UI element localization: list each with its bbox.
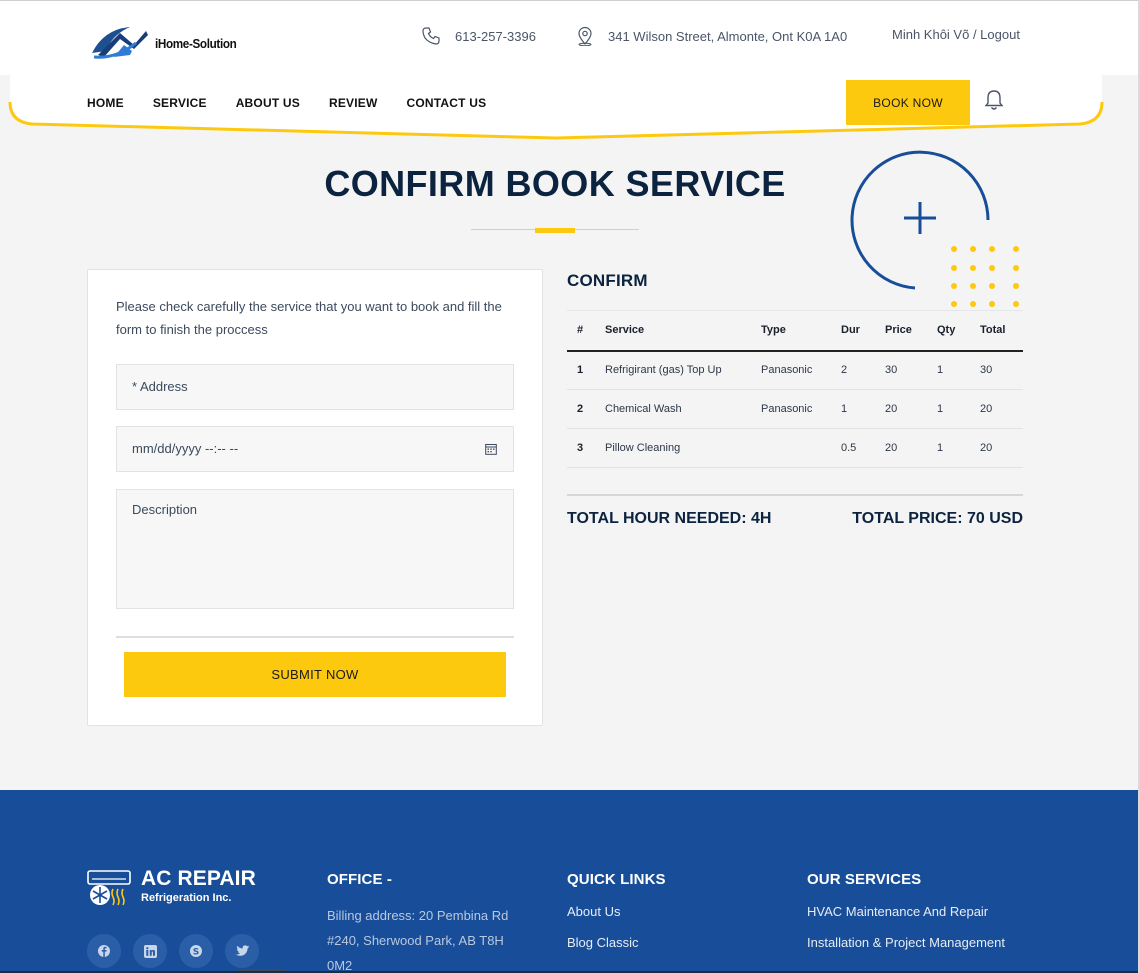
cell-number: 2 xyxy=(567,389,605,429)
datetime-input[interactable]: mm/dd/yyyy --:-- -- xyxy=(116,426,514,472)
twitter-icon[interactable] xyxy=(225,934,259,968)
location-icon xyxy=(578,26,592,46)
footer-quick-links: About Us Blog Classic xyxy=(567,900,639,962)
footer-link-about-us[interactable]: About Us xyxy=(567,900,639,931)
footer-quick-links-heading: QUICK LINKS xyxy=(567,871,666,888)
cell-price: 20 xyxy=(885,428,937,468)
col-quantity: Qty xyxy=(937,310,980,352)
bell-icon[interactable] xyxy=(984,89,1004,111)
cell-quantity: 1 xyxy=(937,389,980,429)
totals-separator xyxy=(567,494,1023,496)
col-number: # xyxy=(567,310,605,352)
logout-link[interactable]: Logout xyxy=(980,27,1020,42)
form-separator xyxy=(116,636,514,638)
logo-text[interactable]: iHome-Solution xyxy=(155,36,237,51)
table-row: 2 Chemical Wash Panasonic 1 20 1 20 xyxy=(567,389,1023,429)
total-price: TOTAL PRICE: 70 USD xyxy=(852,510,1023,527)
cell-service: Pillow Cleaning xyxy=(605,428,761,468)
col-service: Service xyxy=(605,310,761,352)
footer-office-address: Billing address: 20 Pembina Rd #240, She… xyxy=(327,908,509,973)
cell-type xyxy=(761,428,841,468)
header-top: iHome-Solution 613-257-3396 341 Wilson S… xyxy=(0,1,1140,75)
facebook-icon[interactable] xyxy=(87,934,121,968)
footer-office-heading: OFFICE - xyxy=(327,871,392,888)
decorative-plus-circle-icon xyxy=(850,150,1019,307)
total-hours: TOTAL HOUR NEEDED: 4H xyxy=(567,510,772,527)
submit-now-button[interactable]: SUBMIT NOW xyxy=(124,652,506,697)
cell-quantity: 1 xyxy=(937,350,980,390)
contact-phone[interactable]: 613-257-3396 xyxy=(421,26,536,46)
cell-duration: 0.5 xyxy=(841,428,885,468)
ac-unit-logo-icon xyxy=(87,870,131,906)
footer-services-heading: OUR SERVICES xyxy=(807,871,922,888)
address-text: 341 Wilson Street, Almonte, Ont K0A 1A0 xyxy=(608,28,848,44)
footer-services: HVAC Maintenance And Repair Installation… xyxy=(807,900,1005,962)
col-type: Type xyxy=(761,310,841,352)
nav-home[interactable]: HOME xyxy=(87,96,124,110)
cell-number: 1 xyxy=(567,350,605,390)
footer-service-installation[interactable]: Installation & Project Management xyxy=(807,931,1005,962)
phone-number: 613-257-3396 xyxy=(455,28,536,44)
cell-duration: 2 xyxy=(841,350,885,390)
footer-link-blog-classic[interactable]: Blog Classic xyxy=(567,931,639,962)
user-links: Minh Khôi Võ / Logout xyxy=(892,27,1020,42)
table-header-row: # Service Type Dur Price Qty Total xyxy=(567,310,1023,352)
col-price: Price xyxy=(885,310,937,352)
address-input[interactable]: * Address xyxy=(116,364,514,410)
main-nav: HOME SERVICE ABOUT US REVIEW CONTACT US xyxy=(87,96,515,110)
cell-price: 30 xyxy=(885,350,937,390)
nav-review[interactable]: REVIEW xyxy=(329,96,378,110)
calendar-icon[interactable] xyxy=(485,443,497,455)
footer-brand: AC REPAIR xyxy=(141,867,256,890)
cell-total: 20 xyxy=(980,389,1023,429)
cell-type: Panasonic xyxy=(761,350,841,390)
user-name-link[interactable]: Minh Khôi Võ xyxy=(892,27,969,42)
title-accent xyxy=(535,228,575,233)
cell-service: Chemical Wash xyxy=(605,389,761,429)
nav-about-us[interactable]: ABOUT US xyxy=(236,96,300,110)
col-duration: Dur xyxy=(841,310,885,352)
social-links: S xyxy=(87,934,259,968)
cell-total: 20 xyxy=(980,428,1023,468)
linkedin-icon[interactable] xyxy=(133,934,167,968)
cell-price: 20 xyxy=(885,389,937,429)
user-separator: / xyxy=(969,27,981,42)
confirm-title: CONFIRM xyxy=(567,271,648,290)
svg-text:S: S xyxy=(193,947,199,957)
table-row: 1 Refrigirant (gas) Top Up Panasonic 2 3… xyxy=(567,350,1023,390)
cell-service: Refrigirant (gas) Top Up xyxy=(605,350,761,390)
skype-icon[interactable]: S xyxy=(179,934,213,968)
col-total: Total xyxy=(980,310,1023,352)
cell-total: 30 xyxy=(980,350,1023,390)
table-row: 3 Pillow Cleaning 0.5 20 1 20 xyxy=(567,428,1023,468)
cell-type: Panasonic xyxy=(761,389,841,429)
book-now-button[interactable]: BOOK NOW xyxy=(846,80,970,125)
booking-form-card: Please check carefully the service that … xyxy=(87,269,543,726)
footer-brand-sub: Refrigeration Inc. xyxy=(141,892,232,904)
datetime-placeholder: mm/dd/yyyy --:-- -- xyxy=(132,441,239,456)
cell-quantity: 1 xyxy=(937,428,980,468)
cell-number: 3 xyxy=(567,428,605,468)
cell-duration: 1 xyxy=(841,389,885,429)
confirm-table: # Service Type Dur Price Qty Total 1 Ref… xyxy=(567,310,1023,468)
form-intro: Please check carefully the service that … xyxy=(116,299,502,337)
contact-address[interactable]: 341 Wilson Street, Almonte, Ont K0A 1A0 xyxy=(576,26,847,46)
footer-service-hvac[interactable]: HVAC Maintenance And Repair xyxy=(807,900,1005,931)
phone-icon xyxy=(422,27,440,45)
nav-service[interactable]: SERVICE xyxy=(153,96,207,110)
description-textarea[interactable]: Description xyxy=(116,489,514,609)
nav-contact-us[interactable]: CONTACT US xyxy=(407,96,487,110)
